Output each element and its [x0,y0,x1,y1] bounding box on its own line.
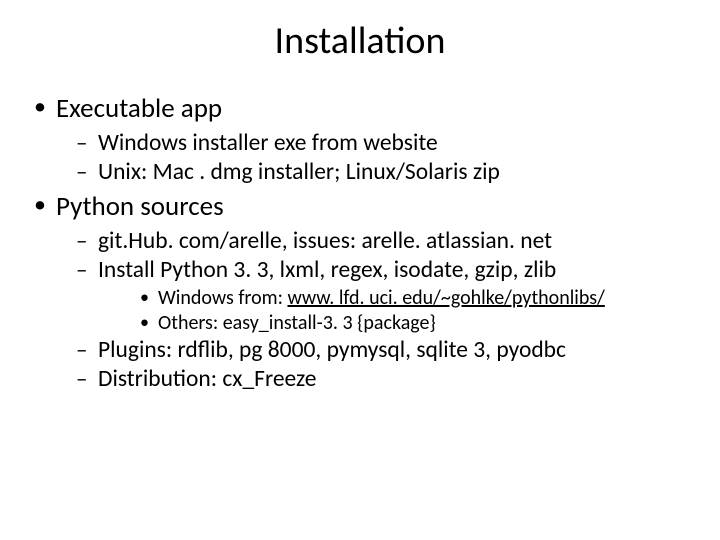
slide-title: Installation [30,18,690,64]
sub-bullet: git.Hub. com/arelle, issues: arelle. atl… [56,227,690,255]
bullet-text: Plugins: rdflib, pg 8000, pymysql, sqlit… [98,336,566,364]
sub-bullet: Plugins: rdflib, pg 8000, pymysql, sqlit… [56,336,690,364]
bullet-text: Executable app [56,92,222,125]
sub-sub-bullet: Others: easy_install-3. 3 {package} [98,311,690,335]
bullet-text-prefix: Windows from: [158,286,287,310]
bullet-text: Others: easy_install-3. 3 {package} [158,311,436,335]
bullet-python-sources: Python sources git.Hub. com/arelle, issu… [30,190,690,393]
bullet-executable-app: Executable app Windows installer exe fro… [30,92,690,186]
sub-list: git.Hub. com/arelle, issues: arelle. atl… [56,227,690,393]
pythonlibs-link[interactable]: www. lfd. uci. edu/~gohlke/pythonlibs/ [287,286,604,310]
bullet-text: Install Python 3. 3, lxml, regex, isodat… [98,256,556,284]
bullet-list: Executable app Windows installer exe fro… [30,92,690,393]
sub-sub-bullet: Windows from: www. lfd. uci. edu/~gohlke… [98,286,690,310]
sub-bullet: Install Python 3. 3, lxml, regex, isodat… [56,256,690,335]
sub-bullet: Distribution: cx_Freeze [56,365,690,393]
bullet-text: Python sources [56,190,224,223]
sub-bullet: Windows installer exe from website [56,129,690,157]
bullet-text: git.Hub. com/arelle, issues: arelle. atl… [98,227,552,255]
sub-bullet: Unix: Mac . dmg installer; Linux/Solaris… [56,158,690,186]
sub-sub-list: Windows from: www. lfd. uci. edu/~gohlke… [98,286,690,335]
bullet-text: Unix: Mac . dmg installer; Linux/Solaris… [98,158,500,186]
bullet-text: Windows installer exe from website [98,129,438,157]
sub-list: Windows installer exe from website Unix:… [56,129,690,186]
slide: Installation Executable app Windows inst… [0,0,720,540]
bullet-text: Distribution: cx_Freeze [98,365,316,393]
